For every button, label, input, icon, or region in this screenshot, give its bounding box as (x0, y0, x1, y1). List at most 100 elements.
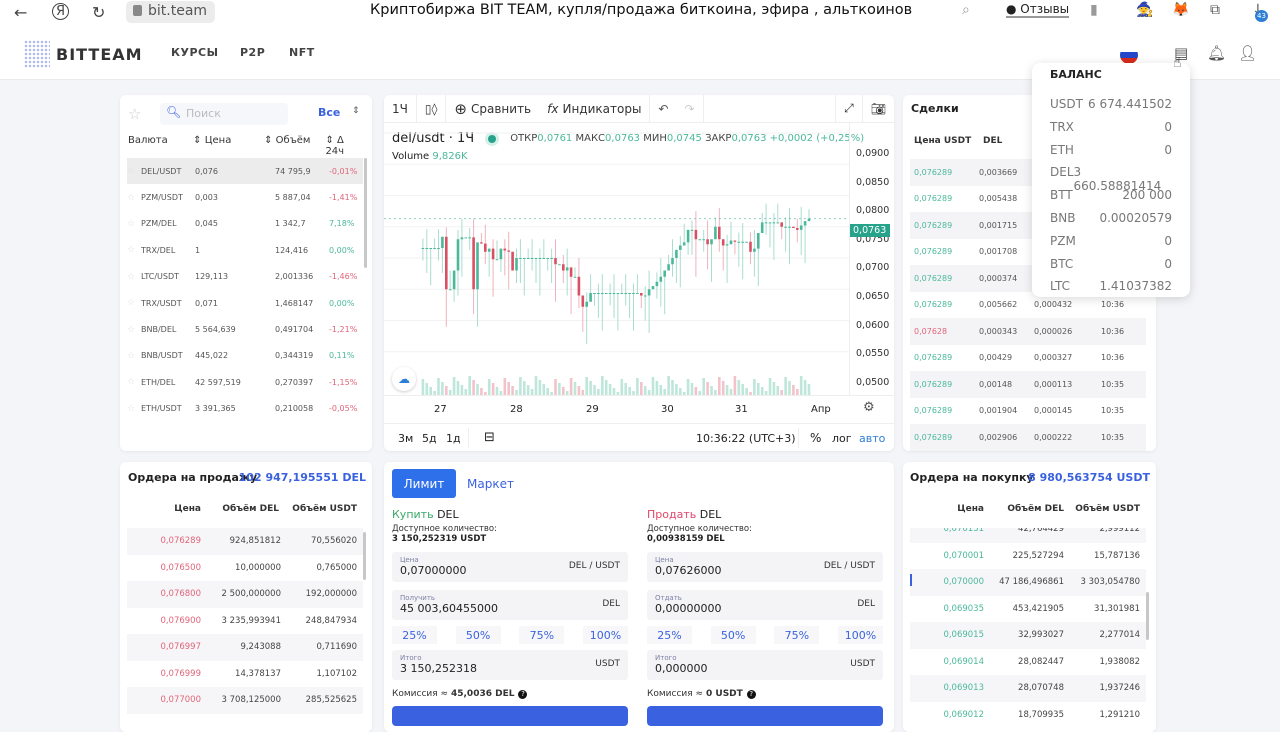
time-axis[interactable]: 27 28 29 30 31 Апр (384, 395, 894, 423)
total-field[interactable]: Итого 3 150,252318 USDT (392, 650, 628, 680)
order-row[interactable]: 0,069012 18,709935 1,291210 (910, 702, 1146, 729)
order-row[interactable]: 0,070000 47 186,496861 3 303,054780 (910, 569, 1146, 596)
back-icon[interactable]: ← (14, 3, 27, 22)
col-change[interactable]: Δ 24ч (325, 135, 344, 157)
order-row[interactable]: 0,070001 225,527294 15,787136 (910, 543, 1146, 570)
market-search-input[interactable]: 🔍︎ Поиск (160, 103, 288, 125)
col-volume[interactable]: Объём (276, 135, 311, 146)
order-row[interactable]: 0,076999 14,378137 1,107102 (127, 661, 363, 688)
col-price[interactable]: Цена (205, 135, 232, 146)
favorites-star-icon[interactable]: ☆ (128, 105, 141, 123)
tradingview-logo-icon[interactable]: ☁ (392, 367, 416, 391)
percent-button[interactable]: 50% (710, 626, 756, 644)
percent-button[interactable]: 100% (837, 626, 883, 644)
order-row[interactable]: 0,076800 2 500,000000 192,000000 (127, 581, 363, 608)
price-field[interactable]: Цена 0,07000000 DEL / USDT (392, 552, 628, 582)
market-row[interactable]: ☆ LTC/USDT 129,113 2,001336 -1,46% (127, 264, 363, 290)
favorite-star-icon[interactable]: ☆ (127, 245, 141, 255)
sell-orders-scrollbar[interactable] (363, 532, 366, 580)
market-row[interactable]: ☆ TRX/DEL 1 124,416 0,00% (127, 237, 363, 263)
percent-button[interactable]: 25% (392, 626, 437, 644)
market-filter-select[interactable]: Все (318, 106, 340, 119)
nav-p2p[interactable]: P2P (240, 46, 265, 59)
market-row[interactable]: ☆ BNB/USDT 445,022 0,344319 0,11% (127, 343, 363, 369)
markets-scrollbar[interactable] (364, 158, 367, 268)
interval-button[interactable]: 1Ч (384, 95, 417, 123)
compare-button[interactable]: ⊕ Сравнить (446, 95, 539, 123)
camera-icon[interactable]: 📷︎ (861, 95, 894, 123)
help-icon[interactable]: ? (518, 690, 528, 699)
language-flag-icon[interactable] (1120, 46, 1138, 64)
fullscreen-icon[interactable]: ⤢ (835, 95, 862, 123)
buy-orders-scrollbar[interactable] (1146, 592, 1149, 640)
favorite-star-icon[interactable]: ☆ (127, 166, 141, 176)
percent-button[interactable]: 50% (455, 626, 501, 644)
goto-date-icon[interactable]: ⊟ (484, 430, 495, 445)
total-field[interactable]: Итого 0,000000 USDT (647, 650, 883, 680)
price-axis[interactable]: 0,0900 0,0850 0,0800 0,0750 0,0700 0,0650 0,06… (849, 123, 894, 395)
bell-icon[interactable]: 🔔︎ (1207, 44, 1226, 62)
order-row[interactable]: 0,076289 924,851812 70,556020 (127, 528, 363, 555)
amount-field[interactable]: Получить 45 003,60455000 DEL (392, 590, 628, 620)
range-1d[interactable]: 1д (446, 432, 461, 445)
logo[interactable]: BITTEAM (24, 40, 143, 68)
range-5d[interactable]: 5д (422, 432, 437, 445)
market-row[interactable]: ☆ ETH/DEL 42 597,519 0,270397 -1,15% (127, 369, 363, 395)
order-row[interactable]: 0,077000 3 708,125000 285,525625 (127, 687, 363, 714)
market-row[interactable]: ☆ ETH/USDT 3 391,365 0,210058 -0,05% (127, 396, 363, 422)
tab-market[interactable]: Маркет (467, 477, 514, 491)
amount-field[interactable]: Отдать 0,00000000 DEL (647, 590, 883, 620)
range-3m[interactable]: 3м (398, 432, 413, 445)
favorite-star-icon[interactable]: ☆ (127, 272, 141, 282)
candlestick-plot[interactable] (384, 123, 849, 395)
order-row[interactable]: 0,076500 10,000000 0,765000 (127, 555, 363, 582)
market-row[interactable]: ☆ BNB/DEL 5 564,639 0,491704 -1,21% (127, 316, 363, 342)
market-row[interactable]: ☆ DEL/USDT 0,076 74 795,9 -0,01% (127, 158, 363, 185)
favorite-star-icon[interactable]: ☆ (127, 325, 141, 335)
order-row[interactable]: 0,070131 42,764429 2,999112 (910, 528, 1146, 543)
favorite-star-icon[interactable]: ☆ (127, 193, 141, 203)
market-row[interactable]: ☆ PZM/DEL 0,045 1 342,7 7,18% (127, 211, 363, 237)
favorite-star-icon[interactable]: ☆ (127, 351, 141, 361)
order-row[interactable]: 0,069014 28,082447 1,938082 (910, 649, 1146, 676)
favorite-star-icon[interactable]: ☆ (127, 404, 141, 414)
favorite-star-icon[interactable]: ☆ (127, 298, 141, 308)
price-field[interactable]: Цена 0,07626000 DEL / USDT (647, 552, 883, 582)
col-currency[interactable]: Валюта (128, 135, 193, 157)
redo-icon[interactable]: ↷ (676, 95, 704, 123)
extension-icon[interactable]: ⧉ (1210, 2, 1220, 18)
undo-icon[interactable]: ↶ (650, 95, 676, 123)
favorite-star-icon[interactable]: ☆ (127, 219, 141, 229)
buy-submit-button[interactable] (392, 706, 628, 726)
tab-limit[interactable]: Лимит (392, 469, 456, 498)
search-zoom-icon[interactable]: ⌕ (962, 2, 970, 18)
reviews-button[interactable]: ● Отзывы (1006, 2, 1070, 18)
market-row[interactable]: ☆ PZM/USDT 0,003 5 887,04 -1,41% (127, 184, 363, 210)
sell-submit-button[interactable] (647, 706, 883, 726)
order-row[interactable]: 0,076997 9,243088 0,711690 (127, 634, 363, 661)
percent-button[interactable]: 75% (774, 626, 820, 644)
order-row[interactable]: 0,069015 32,993027 2,277014 (910, 622, 1146, 649)
nav-rates[interactable]: КУРСЫ (171, 46, 219, 59)
order-row[interactable]: 0,069013 28,070748 1,937246 (910, 675, 1146, 702)
market-row[interactable]: ☆ TRX/USDT 0,071 1,468147 0,00% (127, 290, 363, 316)
percent-button[interactable]: 25% (647, 626, 692, 644)
candle-type-icon[interactable]: ▯◊ (417, 95, 447, 123)
reload-icon[interactable]: ↻ (92, 3, 105, 22)
order-row[interactable]: 0,069035 453,421905 31,301981 (910, 596, 1146, 623)
percent-scale-toggle[interactable]: % (810, 431, 821, 445)
percent-button[interactable]: 100% (582, 626, 628, 644)
order-row[interactable]: 0,076900 3 235,993941 248,847934 (127, 608, 363, 635)
percent-button[interactable]: 75% (519, 626, 565, 644)
indicators-button[interactable]: fx Индикаторы (539, 95, 651, 123)
help-icon[interactable]: ? (746, 690, 756, 699)
metamask-fox-icon[interactable]: 🦊 (1172, 2, 1189, 18)
settings-gear-icon[interactable]: ⚙︎ (863, 400, 875, 415)
extension-avatar-icon[interactable]: 🧙 (1136, 2, 1153, 18)
log-scale-toggle[interactable]: лог (832, 432, 852, 445)
favorite-star-icon[interactable]: ☆ (127, 377, 141, 387)
bookmark-icon[interactable]: ▮ (1090, 2, 1098, 18)
address-bar[interactable]: bit.team (126, 1, 216, 23)
downloads-icon[interactable]: ↓43 (1252, 2, 1268, 22)
nav-nft[interactable]: NFT (289, 46, 315, 59)
